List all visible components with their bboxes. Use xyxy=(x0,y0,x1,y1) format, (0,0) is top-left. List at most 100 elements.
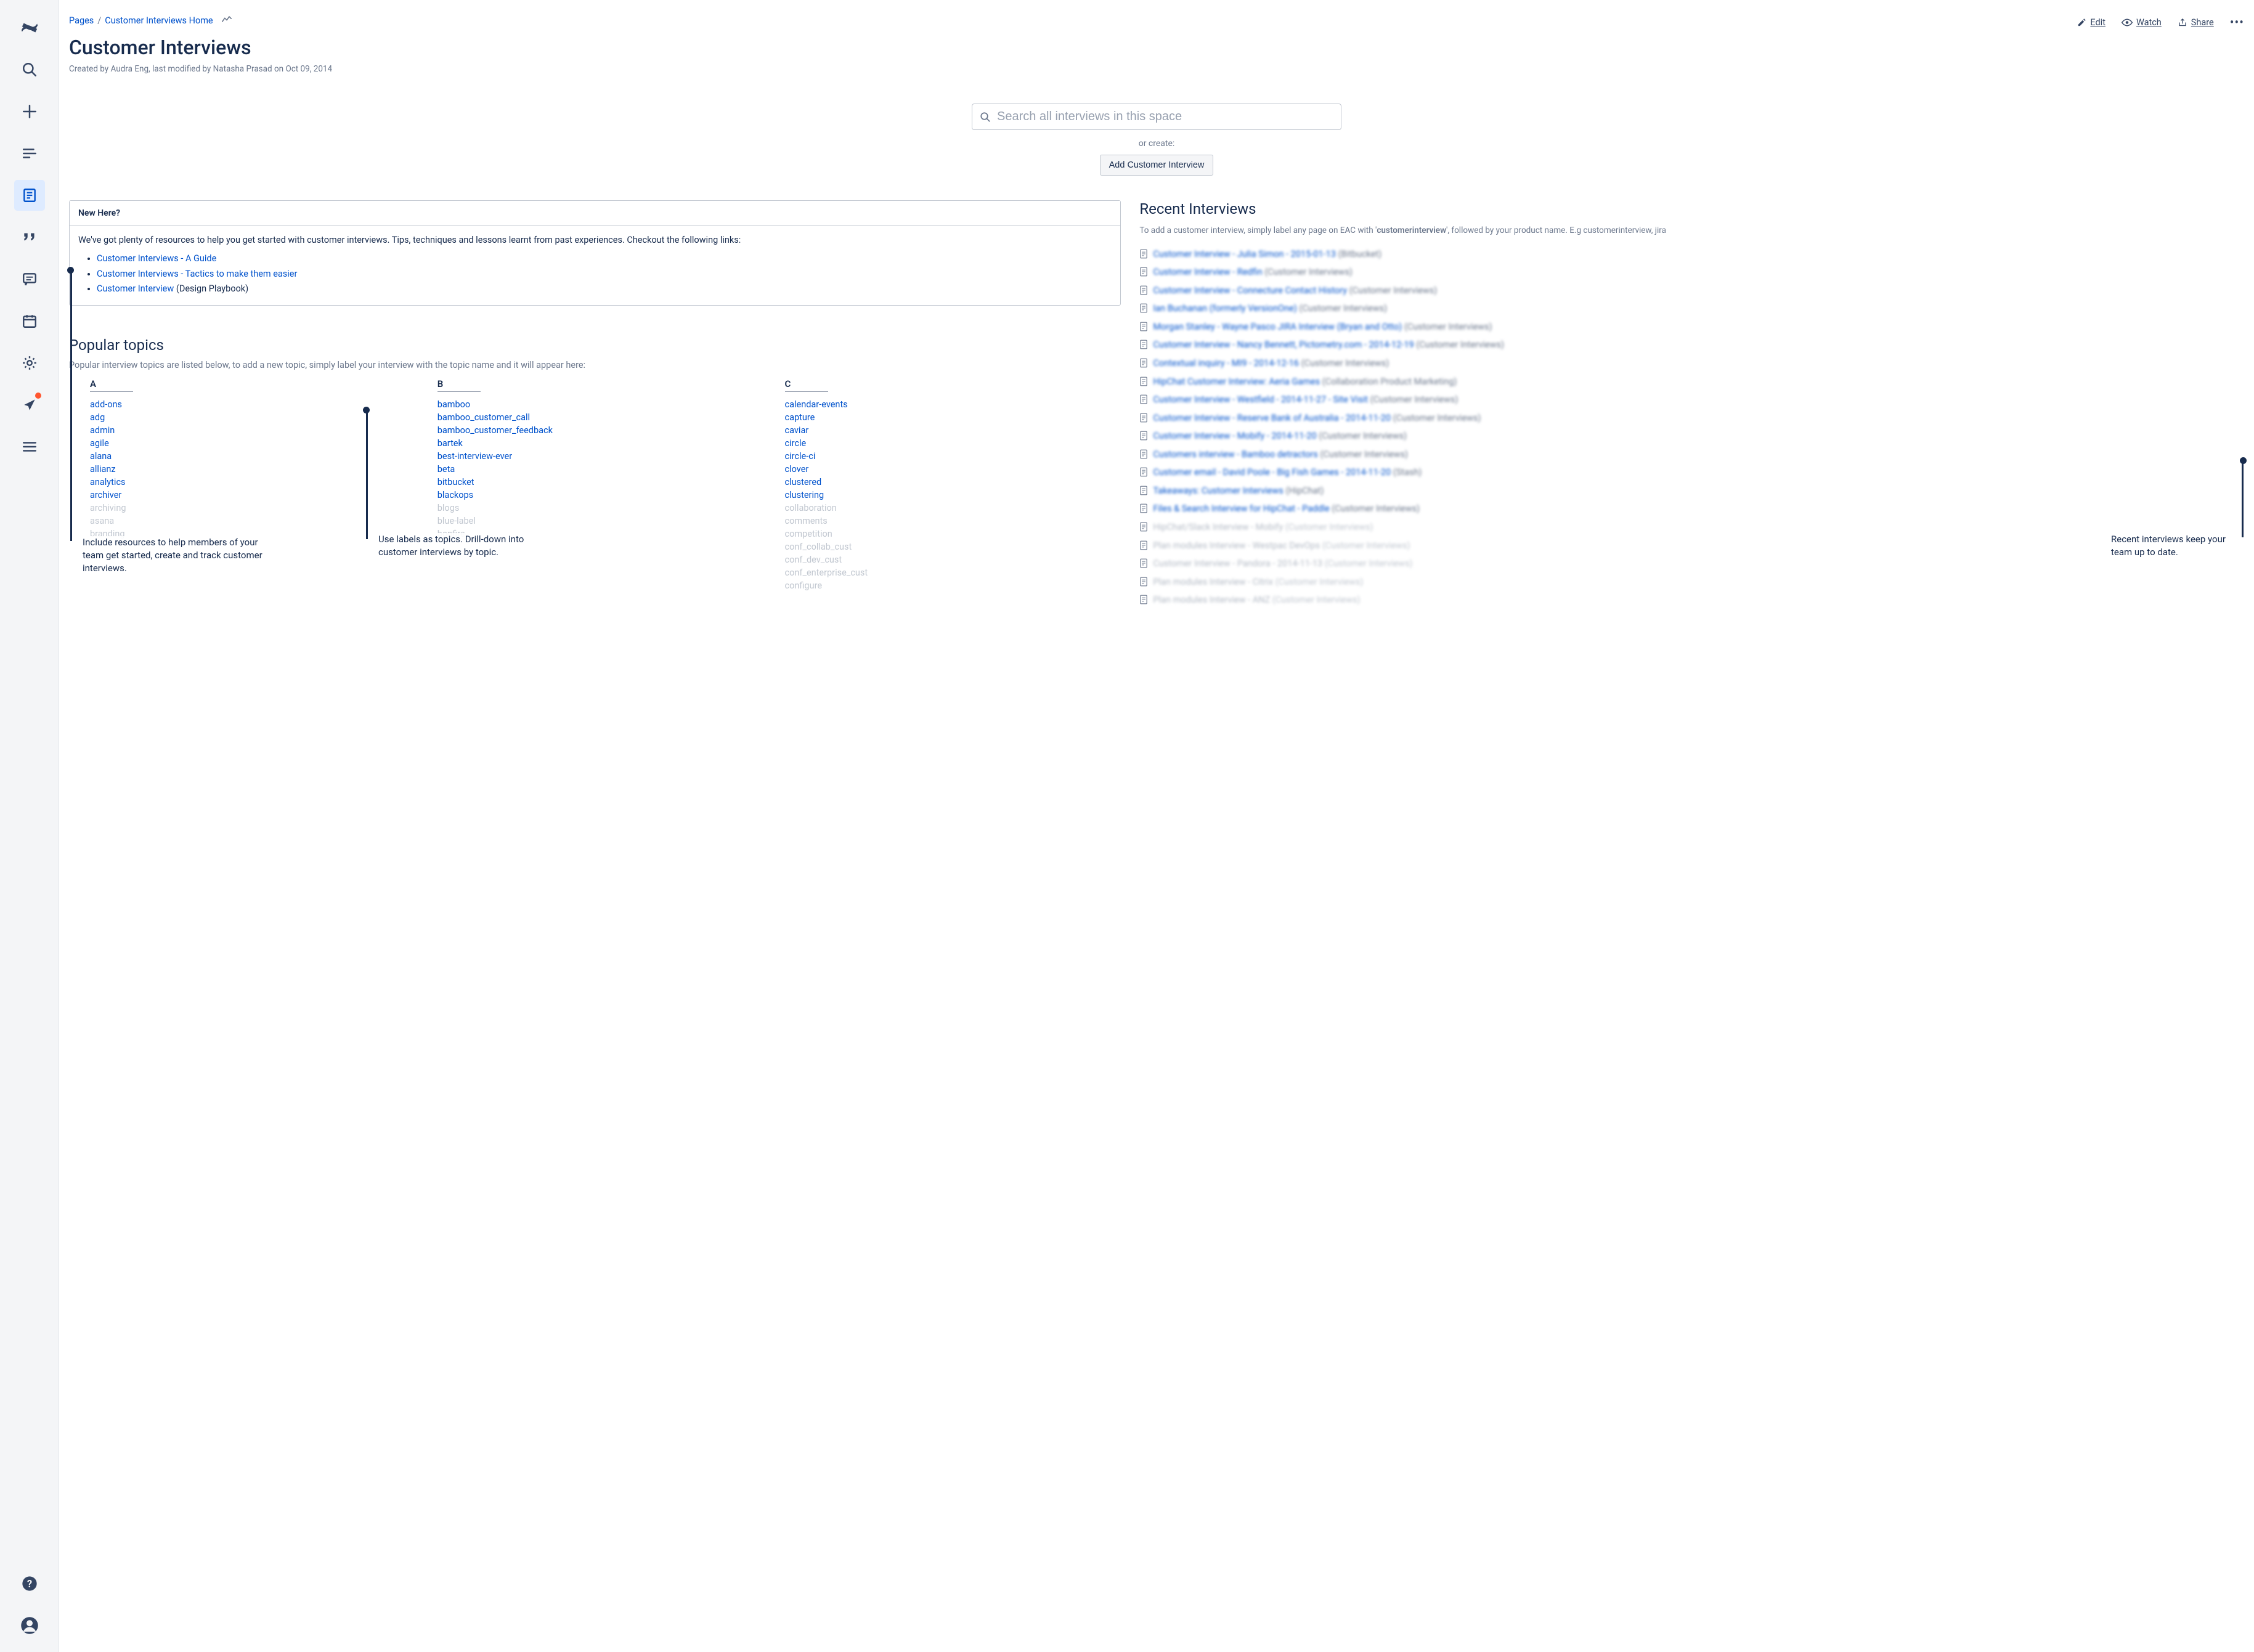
topic-link[interactable]: capture xyxy=(785,412,815,423)
sidebar-create[interactable] xyxy=(14,96,45,127)
topic-link[interactable]: beta xyxy=(437,464,455,474)
topic-link[interactable]: alana xyxy=(90,451,112,462)
plus-icon xyxy=(22,104,38,120)
sidebar-feed[interactable] xyxy=(14,138,45,169)
breadcrumb-parent[interactable]: Customer Interviews Home xyxy=(105,15,213,26)
sidebar-help[interactable]: ? xyxy=(14,1568,45,1599)
interview-row: Customer email - David Poole - Big Fish … xyxy=(1139,466,2244,481)
topic-link[interactable]: calendar-events xyxy=(785,399,848,410)
breadcrumb-root[interactable]: Pages xyxy=(69,15,94,26)
topic-link[interactable]: bamboo_customer_feedback xyxy=(437,425,553,436)
interview-link[interactable]: Contextual inquiry - MI9 - 2014-12-16 xyxy=(1153,358,1299,368)
interview-link[interactable]: Customer Interview - Redfin xyxy=(1153,267,1262,277)
interview-search[interactable] xyxy=(972,104,1341,130)
sidebar-search[interactable] xyxy=(14,54,45,85)
interview-link[interactable]: Morgan Stanley - Wayne Pasco JIRA Interv… xyxy=(1153,322,1402,332)
list-item: Customer Interviews - Tactics to make th… xyxy=(97,267,1112,281)
interview-link[interactable]: Plan modules Interview - ANZ xyxy=(1153,595,1270,605)
interview-link[interactable]: Customer Interview - Reserve Bank of Aus… xyxy=(1153,413,1391,423)
topic-link[interactable]: adg xyxy=(90,412,105,423)
list-item: blogs xyxy=(437,502,774,515)
interview-link[interactable]: HipChat/Slack Interview - Mobify xyxy=(1153,522,1283,532)
list-item: beta xyxy=(437,463,774,476)
list-item: circle xyxy=(785,437,1121,450)
interview-link[interactable]: Customer Interview - Julia Simon - 2015-… xyxy=(1153,249,1336,259)
topic-link[interactable]: caviar xyxy=(785,425,809,436)
topic-link[interactable]: circle xyxy=(785,438,807,449)
interview-link[interactable]: Ian Buchanan (formerly VersionOne) xyxy=(1153,303,1296,314)
topic-link[interactable]: admin xyxy=(90,425,115,436)
topic-link[interactable]: add-ons xyxy=(90,399,122,410)
interview-link[interactable]: Takeaways: Customer Interviews xyxy=(1153,486,1283,496)
interview-link[interactable]: Customer Interview - Connecture Contact … xyxy=(1153,285,1347,296)
topic-link[interactable]: bitbucket xyxy=(437,477,474,487)
resource-link[interactable]: Customer Interview xyxy=(97,283,174,294)
sidebar-menu[interactable] xyxy=(14,431,45,462)
interview-link[interactable]: Customer email - David Poole - Big Fish … xyxy=(1153,467,1391,478)
topic-link[interactable]: conf_enterprise_cust xyxy=(785,568,868,578)
page-icon xyxy=(1139,394,1148,408)
interview-link[interactable]: Customers interview - Bamboo detractors xyxy=(1153,449,1317,460)
sidebar-pages[interactable] xyxy=(14,180,45,211)
topic-link[interactable]: circle-ci xyxy=(785,451,816,462)
interview-search-input[interactable] xyxy=(997,110,1333,124)
interview-space: (Customer Interviews) xyxy=(1270,595,1360,605)
edit-action[interactable]: Edit xyxy=(2077,17,2105,28)
list-item: circle-ci xyxy=(785,450,1121,463)
topic-link[interactable]: analytics xyxy=(90,477,126,487)
list-item: configure xyxy=(785,579,1121,592)
interview-link[interactable]: Plan modules Interview - Westpac DevOps xyxy=(1153,540,1320,551)
page-byline: Created by Audra Eng, last modified by N… xyxy=(69,64,2244,74)
topic-link[interactable]: best-interview-ever xyxy=(437,451,512,462)
topic-link[interactable]: bamboo_customer_call xyxy=(437,412,530,423)
topic-link[interactable]: collaboration xyxy=(785,503,837,513)
topic-link[interactable]: competition xyxy=(785,529,832,539)
interview-space: (Collaboration Product Marketing) xyxy=(1320,376,1457,387)
topic-link[interactable]: conf_dev_cust xyxy=(785,555,842,565)
topic-link[interactable]: blue-label xyxy=(437,516,476,526)
topic-link[interactable]: clustering xyxy=(785,490,824,500)
topic-link[interactable]: bamboo xyxy=(437,399,470,410)
topic-link[interactable]: clover xyxy=(785,464,809,474)
add-customer-interview-button[interactable]: Add Customer Interview xyxy=(1100,155,1214,176)
topic-link[interactable]: conf_collab_cust xyxy=(785,542,852,552)
interview-link[interactable]: Customer Interview - Nancy Bennett, Pict… xyxy=(1153,340,1414,350)
interview-space: (Customer Interviews) xyxy=(1297,303,1387,314)
share-action[interactable]: Share xyxy=(2178,17,2214,28)
interview-space: (Customer Interviews) xyxy=(1317,431,1407,441)
analytics-icon[interactable] xyxy=(222,15,232,26)
interview-link[interactable]: Customer Interview - Pandora - 2014-11-1… xyxy=(1153,558,1322,569)
sidebar-quotes[interactable] xyxy=(14,222,45,253)
topic-link[interactable]: blogs xyxy=(437,503,460,513)
topic-link[interactable]: archiving xyxy=(90,503,126,513)
sidebar-comments[interactable] xyxy=(14,264,45,295)
topic-link[interactable]: archiver xyxy=(90,490,121,500)
list-item: calendar-events xyxy=(785,398,1121,411)
or-create-label: or create: xyxy=(972,139,1341,149)
topic-link[interactable]: configure xyxy=(785,580,823,591)
interview-space: (Customer Interviews) xyxy=(1273,577,1363,587)
confluence-logo[interactable] xyxy=(14,12,45,43)
topic-link[interactable]: comments xyxy=(785,516,828,526)
topic-link[interactable]: clustered xyxy=(785,477,822,487)
sidebar-profile[interactable] xyxy=(14,1610,45,1641)
interview-link[interactable]: HipChat Customer Interview: Aeria Games xyxy=(1153,376,1320,387)
resource-link[interactable]: Customer Interviews - A Guide xyxy=(97,253,216,264)
topic-link[interactable]: bartek xyxy=(437,438,463,449)
interview-link[interactable]: Files & Search Interview for HipChat - P… xyxy=(1153,503,1329,514)
list-item: clustered xyxy=(785,476,1121,489)
page-main: Pages / Customer Interviews Home Edit Wa… xyxy=(59,0,2254,1652)
interview-link[interactable]: Customer Interview - Mobify - 2014-11-20 xyxy=(1153,431,1316,441)
sidebar-notifications[interactable] xyxy=(14,389,45,420)
interview-link[interactable]: Plan modules Interview - Citrix xyxy=(1153,577,1273,587)
interview-link[interactable]: Customer Interview - Westfield - 2014-11… xyxy=(1153,394,1368,405)
topic-link[interactable]: agile xyxy=(90,438,109,449)
topic-link[interactable]: asana xyxy=(90,516,114,526)
sidebar-settings[interactable] xyxy=(14,348,45,378)
resource-link[interactable]: Customer Interviews - Tactics to make th… xyxy=(97,269,297,279)
watch-action[interactable]: Watch xyxy=(2122,17,2162,28)
sidebar-calendar[interactable] xyxy=(14,306,45,336)
topic-link[interactable]: blackops xyxy=(437,490,473,500)
more-actions[interactable]: ••• xyxy=(2230,15,2244,30)
topic-link[interactable]: allianz xyxy=(90,464,116,474)
